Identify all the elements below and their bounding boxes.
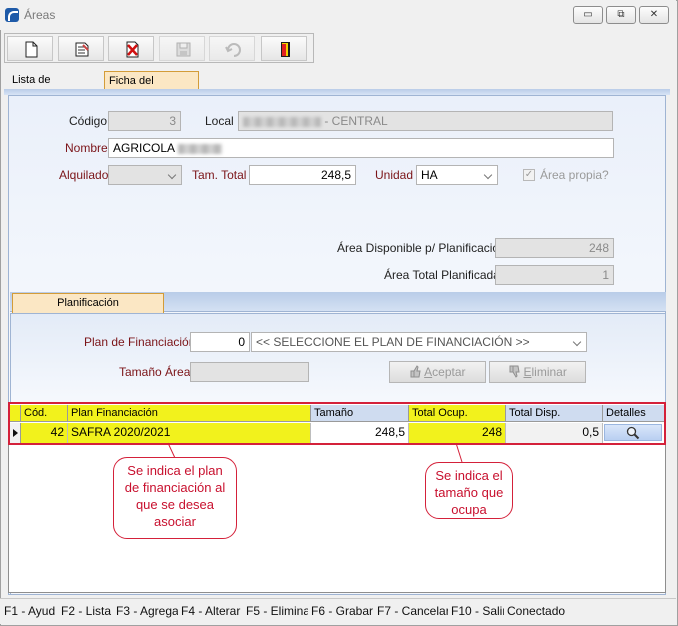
status-f1[interactable]: F1 - Ayud bbox=[4, 604, 59, 618]
status-f7[interactable]: F7 - Cancelar bbox=[377, 604, 448, 618]
status-f10[interactable]: F10 - Salir bbox=[451, 604, 504, 618]
callout-tamano: Se indica el tamaño que ocupa bbox=[425, 462, 513, 519]
status-f3[interactable]: F3 - Agrega bbox=[116, 604, 178, 618]
status-f2[interactable]: F2 - Lista bbox=[61, 604, 113, 618]
status-connection: Conectado bbox=[507, 604, 566, 618]
status-f4[interactable]: F4 - Alterar bbox=[181, 604, 242, 618]
callout-arrow-tamano bbox=[455, 442, 463, 463]
callout-plan: Se indica el plan de financiación al que… bbox=[113, 457, 237, 539]
status-f6[interactable]: F6 - Grabar bbox=[311, 604, 373, 618]
callout-arrows bbox=[167, 442, 463, 463]
status-f5[interactable]: F5 - Elimina bbox=[246, 604, 308, 618]
callout-arrow-plan bbox=[167, 442, 176, 459]
status-bar: F1 - Ayud F2 - Lista F3 - Agrega F4 - Al… bbox=[0, 598, 676, 624]
